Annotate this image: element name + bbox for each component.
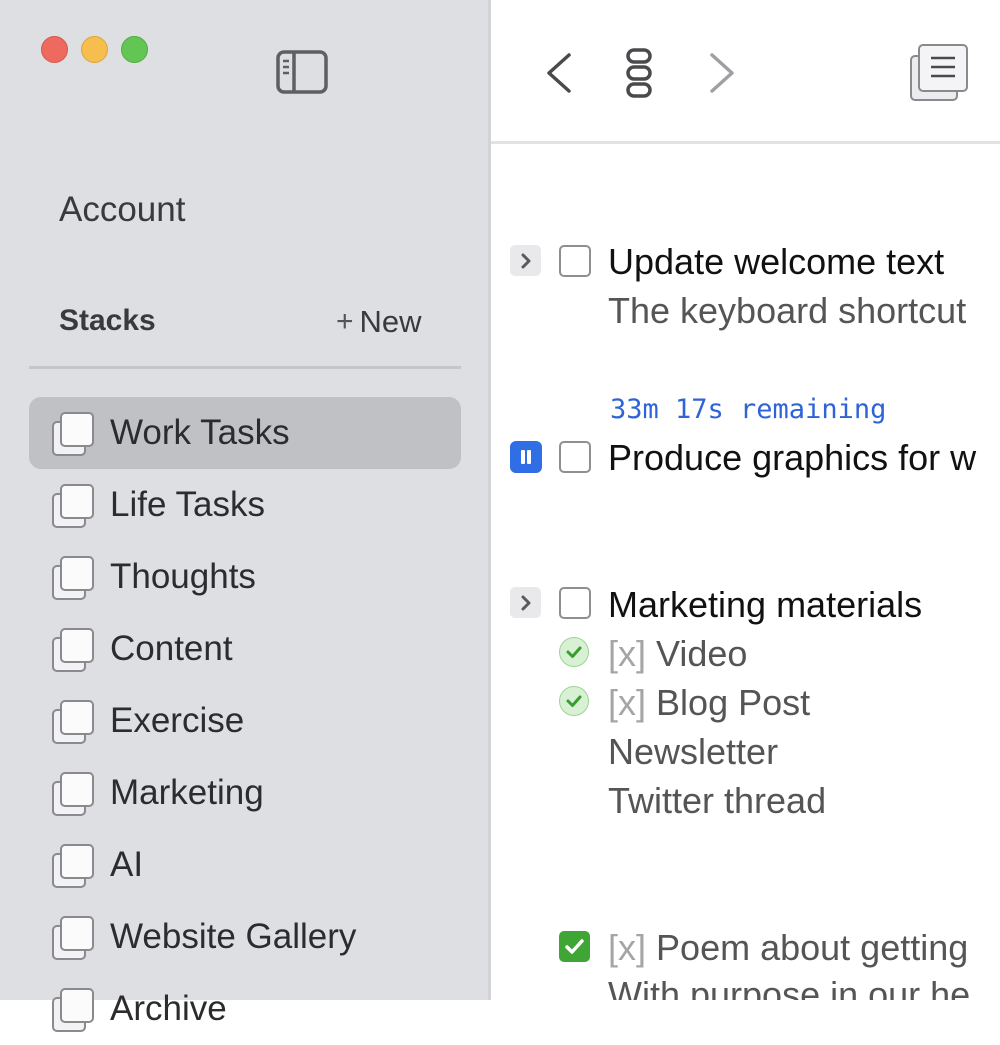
- task-title[interactable]: Produce graphics for w: [608, 437, 976, 479]
- done-mark: [x]: [608, 633, 647, 674]
- task-checkbox[interactable]: [559, 587, 591, 619]
- done-mark: [x]: [608, 682, 647, 723]
- subtask-item[interactable]: Twitter thread: [608, 780, 826, 822]
- checked-checkbox-icon[interactable]: [559, 931, 590, 962]
- subtask-text: Video: [656, 633, 748, 674]
- chevron-right-icon: [521, 253, 530, 268]
- pause-timer-button[interactable]: [510, 441, 542, 473]
- task-list: Update welcome text The keyboard shortcu…: [0, 0, 1000, 1000]
- task-title[interactable]: Marketing materials: [608, 584, 922, 626]
- subtask-text: Blog Post: [656, 682, 811, 723]
- subtask-item[interactable]: [x] Video: [608, 633, 747, 675]
- task-title-text: Poem about getting: [656, 927, 969, 968]
- task-title[interactable]: [x] Poem about getting: [608, 927, 968, 969]
- done-mark: [x]: [608, 927, 647, 968]
- timer-remaining: 33m 17s remaining: [610, 394, 887, 425]
- task-checkbox[interactable]: [559, 441, 591, 473]
- checkmark-circle-icon[interactable]: [559, 637, 589, 667]
- chevron-right-icon: [521, 595, 530, 610]
- expand-disclosure-button[interactable]: [510, 245, 541, 276]
- task-subtitle: With purpose in our he: [608, 974, 971, 1000]
- task-title[interactable]: Update welcome text: [608, 241, 944, 283]
- checkmark-circle-icon[interactable]: [559, 686, 589, 716]
- subtask-item[interactable]: [x] Blog Post: [608, 682, 810, 724]
- task-subtitle: The keyboard shortcut: [608, 290, 967, 331]
- expand-disclosure-button[interactable]: [510, 587, 541, 618]
- subtask-item[interactable]: Newsletter: [608, 731, 778, 773]
- task-checkbox[interactable]: [559, 245, 591, 277]
